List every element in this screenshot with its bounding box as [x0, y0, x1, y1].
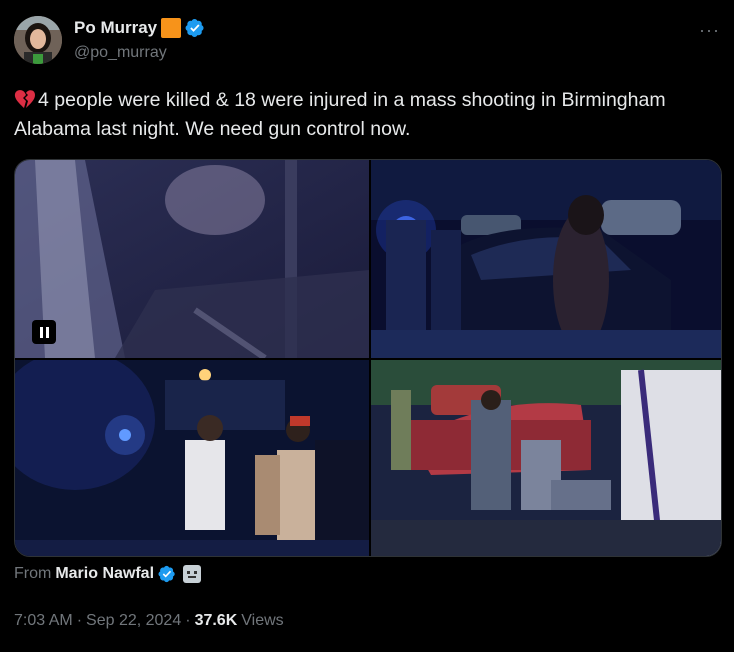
- author-name[interactable]: Po Murray: [74, 18, 157, 38]
- broken-heart-icon: [14, 90, 35, 108]
- tweet-date[interactable]: Sep 22, 2024: [86, 612, 181, 630]
- tweet-body: 4 people were killed & 18 were injured i…: [14, 89, 666, 140]
- from-label: From: [14, 565, 52, 582]
- pause-button[interactable]: [32, 320, 56, 344]
- media-tile-4[interactable]: [371, 360, 721, 556]
- author-handle[interactable]: @po_murray: [74, 44, 167, 62]
- verified-badge-icon[interactable]: [158, 565, 176, 583]
- media-tile-2[interactable]: [371, 160, 721, 358]
- tweet-time[interactable]: 7:03 AM: [14, 612, 73, 630]
- media-grid[interactable]: [14, 159, 722, 557]
- meta-separator: ·: [185, 612, 191, 629]
- media-tile-1-video[interactable]: [15, 160, 369, 358]
- verified-badge-icon[interactable]: [185, 18, 205, 38]
- source-attribution: From Mario Nawfal: [14, 565, 202, 583]
- meta-separator: ·: [76, 612, 83, 629]
- source-name[interactable]: Mario Nawfal: [55, 565, 154, 583]
- tweet-meta: 7:03 AM · Sep 22, 2024 · 37.6K Views: [14, 612, 284, 630]
- more-options-icon[interactable]: ···: [699, 20, 720, 41]
- views-label: Views: [241, 612, 284, 629]
- views-count: 37.6K: [194, 612, 238, 629]
- orange-square-emoji-icon: [161, 18, 182, 38]
- affiliate-badge-icon[interactable]: [183, 565, 202, 583]
- tweet-text: 4 people were killed & 18 were injured i…: [14, 86, 714, 144]
- author-avatar[interactable]: [14, 16, 62, 64]
- media-tile-3[interactable]: [15, 360, 369, 556]
